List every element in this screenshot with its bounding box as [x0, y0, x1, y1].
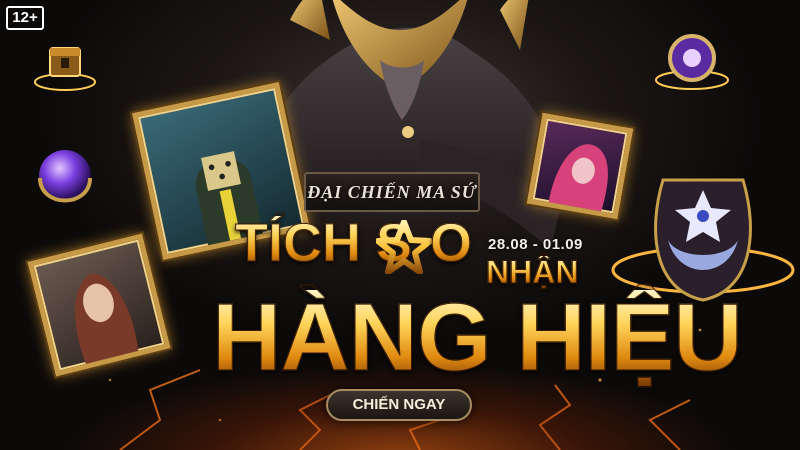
- star-icon: [376, 220, 432, 274]
- purple-ring-icon: [655, 34, 729, 90]
- headline-line2: HÀNG HIỆU: [212, 284, 744, 391]
- date-range: 28.08 - 01.09: [488, 236, 583, 253]
- event-banner[interactable]: 12+ ĐẠI CHIẾN MA SỨ TÍCH S O 28.08 - 01.…: [0, 0, 800, 450]
- play-now-button[interactable]: CHIẾN NGAY: [326, 389, 472, 421]
- event-title: ĐẠI CHIẾN MA SỨ: [304, 172, 480, 212]
- treasure-chest-icon: [34, 47, 96, 91]
- headline-part2: O: [429, 213, 473, 273]
- purple-orb-icon: [38, 150, 92, 203]
- age-rating-badge: 12+: [6, 6, 44, 30]
